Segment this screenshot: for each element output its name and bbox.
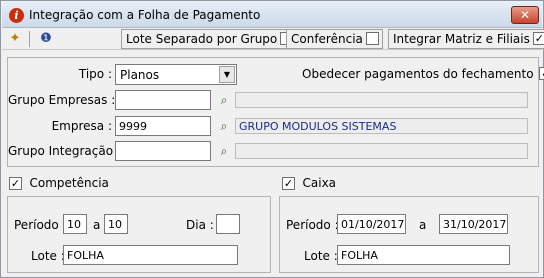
empresa-label: Empresa : — [51, 119, 112, 133]
competencia-checkbox[interactable]: ✓ Competência — [9, 176, 109, 190]
competencia-periodo-de-input[interactable]: 10 — [63, 214, 87, 234]
competencia-periodo-label: Período : — [14, 218, 67, 232]
window: i Integração com a Folha de Pagamento ✕ … — [0, 0, 544, 278]
caixa-box[interactable]: ✓ — [282, 176, 295, 190]
window-title: Integração com a Folha de Pagamento — [29, 8, 261, 22]
obedecer-label: Obedecer pagamentos do fechamento — [302, 67, 534, 81]
toolbar: ✦ ❶ Lote Separado por Grupo Conferência … — [2, 28, 544, 50]
competencia-lote-label: Lote : — [31, 249, 65, 263]
caixa-label: Caixa — [302, 176, 337, 190]
lote-separado-label: Lote Separado por Grupo — [126, 32, 278, 46]
empresa-description: GRUPO MODULOS SISTEMAS — [235, 118, 528, 134]
competencia-box[interactable]: ✓ — [9, 176, 22, 190]
app-info-icon: i — [9, 8, 24, 23]
title-bar: i Integração com a Folha de Pagamento ✕ — [2, 2, 542, 28]
caixa-periodo-label: Período : — [286, 218, 339, 232]
conferencia-checkbox[interactable]: Conferência — [286, 29, 383, 49]
competencia-panel: Período : 10 a 10 Dia : Lote : FOLHA — [7, 196, 271, 273]
caixa-checkbox[interactable]: ✓ Caixa — [282, 176, 336, 190]
grupo-empresas-input[interactable] — [115, 90, 211, 110]
conferencia-label: Conferência — [291, 32, 363, 46]
dia-label: Dia : — [186, 218, 214, 232]
obedecer-box[interactable]: ✓ — [539, 67, 544, 80]
caixa-a-label: a — [419, 218, 427, 232]
grupo-empresas-label: Grupo Empresas : — [8, 93, 116, 107]
grupo-empresas-description — [235, 92, 528, 108]
caixa-periodo-ate-input[interactable]: 31/10/2017 — [439, 214, 508, 234]
toolbar-separator — [29, 31, 30, 47]
grupo-integracao-input[interactable] — [115, 141, 211, 161]
competencia-a-label: a — [93, 218, 101, 232]
integrar-label: Integrar Matriz e Filiais — [393, 32, 530, 46]
close-button[interactable]: ✕ — [511, 6, 539, 24]
caixa-periodo-de-input[interactable]: 01/10/2017 — [337, 214, 406, 234]
dia-input[interactable] — [216, 214, 240, 234]
integrar-box[interactable]: ✓ — [532, 32, 544, 45]
grupo-integracao-label: Grupo Integração : — [8, 144, 121, 158]
caixa-panel: Período : 01/10/2017 a 31/10/2017 Lote :… — [279, 196, 539, 273]
obedecer-checkbox[interactable]: Obedecer pagamentos do fechamento ✓ — [302, 67, 544, 81]
empresa-input[interactable]: 9999 — [115, 116, 211, 136]
tipo-value: Planos — [120, 68, 160, 82]
execute-icon[interactable]: ✦ — [6, 30, 24, 48]
empresa-search-icon[interactable]: ⌕ — [216, 118, 232, 134]
chevron-down-icon[interactable]: ▼ — [219, 66, 235, 83]
competencia-label: Competência — [29, 176, 109, 190]
tipo-select[interactable]: Planos ▼ — [115, 64, 237, 85]
help-icon[interactable]: ❶ — [37, 30, 55, 48]
filters-panel: Tipo : Planos ▼ Obedecer pagamentos do f… — [7, 57, 544, 167]
conferencia-box[interactable] — [365, 32, 379, 45]
lote-separado-checkbox[interactable]: Lote Separado por Grupo — [121, 29, 298, 49]
caixa-lote-input[interactable]: FOLHA — [337, 245, 510, 265]
grupo-integracao-search-icon[interactable]: ⌕ — [216, 143, 232, 159]
competencia-lote-input[interactable]: FOLHA — [63, 245, 238, 265]
grupo-integracao-description — [235, 143, 528, 159]
tipo-label: Tipo : — [78, 67, 112, 81]
competencia-periodo-ate-input[interactable]: 10 — [104, 214, 128, 234]
caixa-lote-label: Lote : — [304, 249, 338, 263]
integrar-checkbox[interactable]: Integrar Matriz e Filiais ✓ — [388, 29, 544, 49]
grupo-empresas-search-icon[interactable]: ⌕ — [216, 92, 232, 108]
